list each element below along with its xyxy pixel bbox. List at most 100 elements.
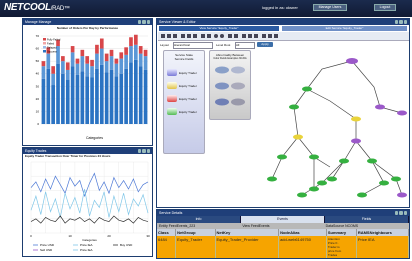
bar-failed xyxy=(109,56,114,70)
bar-failed xyxy=(56,46,60,64)
node-purple-3 xyxy=(397,110,407,116)
bar-success xyxy=(46,68,51,124)
bar-success xyxy=(90,77,94,124)
legend-item: Equity Trader xyxy=(179,83,197,88)
service-topology-graph[interactable] xyxy=(252,49,410,207)
cell-netgroup: Equity_Trader xyxy=(175,236,216,258)
col-summary[interactable]: Summary xyxy=(326,229,357,236)
bar-success xyxy=(119,73,124,124)
bar-failed xyxy=(46,53,51,69)
service-viewer-panel: Service Viewer & Editor View Service "Eq… xyxy=(156,18,410,208)
y-tick-label: 40 xyxy=(36,72,40,76)
apply-button[interactable]: Apply xyxy=(257,42,273,47)
cell-nodealias: add-web6149750 xyxy=(278,236,327,258)
legend-label: Price USD xyxy=(40,243,55,247)
bar-fully-failed xyxy=(90,59,94,67)
datasource-label: DataSource NCOMS xyxy=(325,224,359,228)
service-state-legend: Service State Service Fields Equity Trad… xyxy=(163,50,205,154)
panel-window-icons[interactable] xyxy=(395,211,407,215)
y-tick-label: 0 xyxy=(37,122,39,126)
node-green-10 xyxy=(317,180,327,186)
bar-fully-failed xyxy=(119,52,124,59)
events-table: Class NetGroup NetKey NodeAlias Summary … xyxy=(157,229,410,258)
legend-label: Success xyxy=(47,50,58,54)
tab-info[interactable]: Info xyxy=(157,216,241,223)
abnormality-legend: Abnormality Between Color Fields Example… xyxy=(209,50,251,120)
node-yellow-2 xyxy=(293,134,303,140)
col-netgroup[interactable]: NetGroup xyxy=(175,229,216,236)
col-nodealias[interactable]: NodeAlias xyxy=(278,229,327,236)
bar-fully-failed xyxy=(99,38,104,49)
node-purple-2 xyxy=(375,104,385,110)
node-green-4 xyxy=(339,158,349,164)
node-green-8 xyxy=(327,176,337,182)
layout-controls: Layout Hierarchical Level Root All Apply xyxy=(159,42,409,49)
panel-window-icons[interactable] xyxy=(395,20,407,24)
node-green-13 xyxy=(357,192,367,198)
level-select[interactable]: All xyxy=(235,42,255,49)
service-icon xyxy=(167,82,177,89)
bar-fully-failed xyxy=(51,66,55,74)
y-tick-label: 20 xyxy=(36,97,40,101)
node-green-12 xyxy=(309,186,319,192)
bar-success xyxy=(85,76,90,124)
tab-fields[interactable]: Fields xyxy=(325,216,409,223)
layout-select[interactable]: Hierarchical xyxy=(173,42,213,49)
node-green-14 xyxy=(391,176,401,182)
manage-users-button[interactable]: Manage Users xyxy=(313,4,347,11)
node-purple-4 xyxy=(351,138,361,144)
bar-fully-failed xyxy=(61,56,65,62)
table-row[interactable]: 6484 Equity_Trader Equity_Trader_Provide… xyxy=(157,236,410,258)
bar-fully-failed xyxy=(129,37,133,47)
logged-in-text: logged in as: oksner xyxy=(262,5,298,10)
bar-success xyxy=(80,71,85,124)
service-icon xyxy=(167,95,177,102)
x-tick-label: 0 xyxy=(30,234,32,238)
bar-fully-failed xyxy=(70,46,75,53)
legend-label: Price IEA xyxy=(80,243,93,247)
node-green-2 xyxy=(289,104,299,110)
edit-service-tab[interactable]: Edit Service "Equity_Trader" xyxy=(282,26,407,31)
bar-success xyxy=(143,69,148,124)
panel-window-icons[interactable] xyxy=(138,149,150,153)
topology-toolbar xyxy=(158,32,409,41)
bar-failed xyxy=(51,73,55,86)
service-viewer-title: Service Viewer & Editor xyxy=(157,19,409,25)
legend-item: Equity Trader xyxy=(179,70,197,75)
panel-window-icons[interactable] xyxy=(138,20,150,24)
tab-events[interactable]: Events xyxy=(241,216,325,223)
line-chart: 0 10 20 30 Categories Price USD Price IEA Buy U… xyxy=(30,161,150,252)
logout-button[interactable]: Logout xyxy=(374,4,396,11)
app-header: NETCOOL/RAD™ logged in as: oksner Manage… xyxy=(0,0,412,17)
node-green-7 xyxy=(267,176,277,182)
bar-failed xyxy=(124,54,128,69)
bar-success xyxy=(104,72,109,124)
bar-fully-failed xyxy=(75,58,80,64)
bar-success xyxy=(65,80,70,124)
bar-panel-title: Manage Manage xyxy=(23,19,152,25)
bar-success xyxy=(51,85,55,124)
bar-failed xyxy=(85,63,90,77)
bar-failed xyxy=(119,58,124,74)
toolbar-icons[interactable] xyxy=(158,32,308,40)
x-axis-label: Categories xyxy=(86,136,103,140)
bar-success xyxy=(99,64,104,124)
line-chart-panel: Equity Trades Equity Trader Transaction … xyxy=(22,147,153,257)
col-ramsneighbours[interactable]: RAMSNeighbours xyxy=(356,229,410,236)
col-class[interactable]: Class xyxy=(157,229,177,236)
level-label: Level Root xyxy=(216,43,231,47)
y-tick-label: 30 xyxy=(36,84,40,88)
bar-success xyxy=(95,68,99,124)
node-yellow-1 xyxy=(351,116,361,122)
bar-success xyxy=(109,69,114,124)
col-netkey[interactable]: NetKey xyxy=(215,229,280,236)
bar-failed xyxy=(75,63,80,75)
bar-fully-failed xyxy=(104,53,109,62)
bar-fully-failed xyxy=(41,61,46,67)
bar-success xyxy=(61,73,65,124)
legend-item: Equity Trader xyxy=(179,96,197,101)
service-icon xyxy=(167,108,177,115)
bar-failed xyxy=(65,69,70,80)
view-service-tab[interactable]: View Service "Equity_Trader" xyxy=(159,26,279,31)
bar-fully-failed xyxy=(80,49,85,57)
